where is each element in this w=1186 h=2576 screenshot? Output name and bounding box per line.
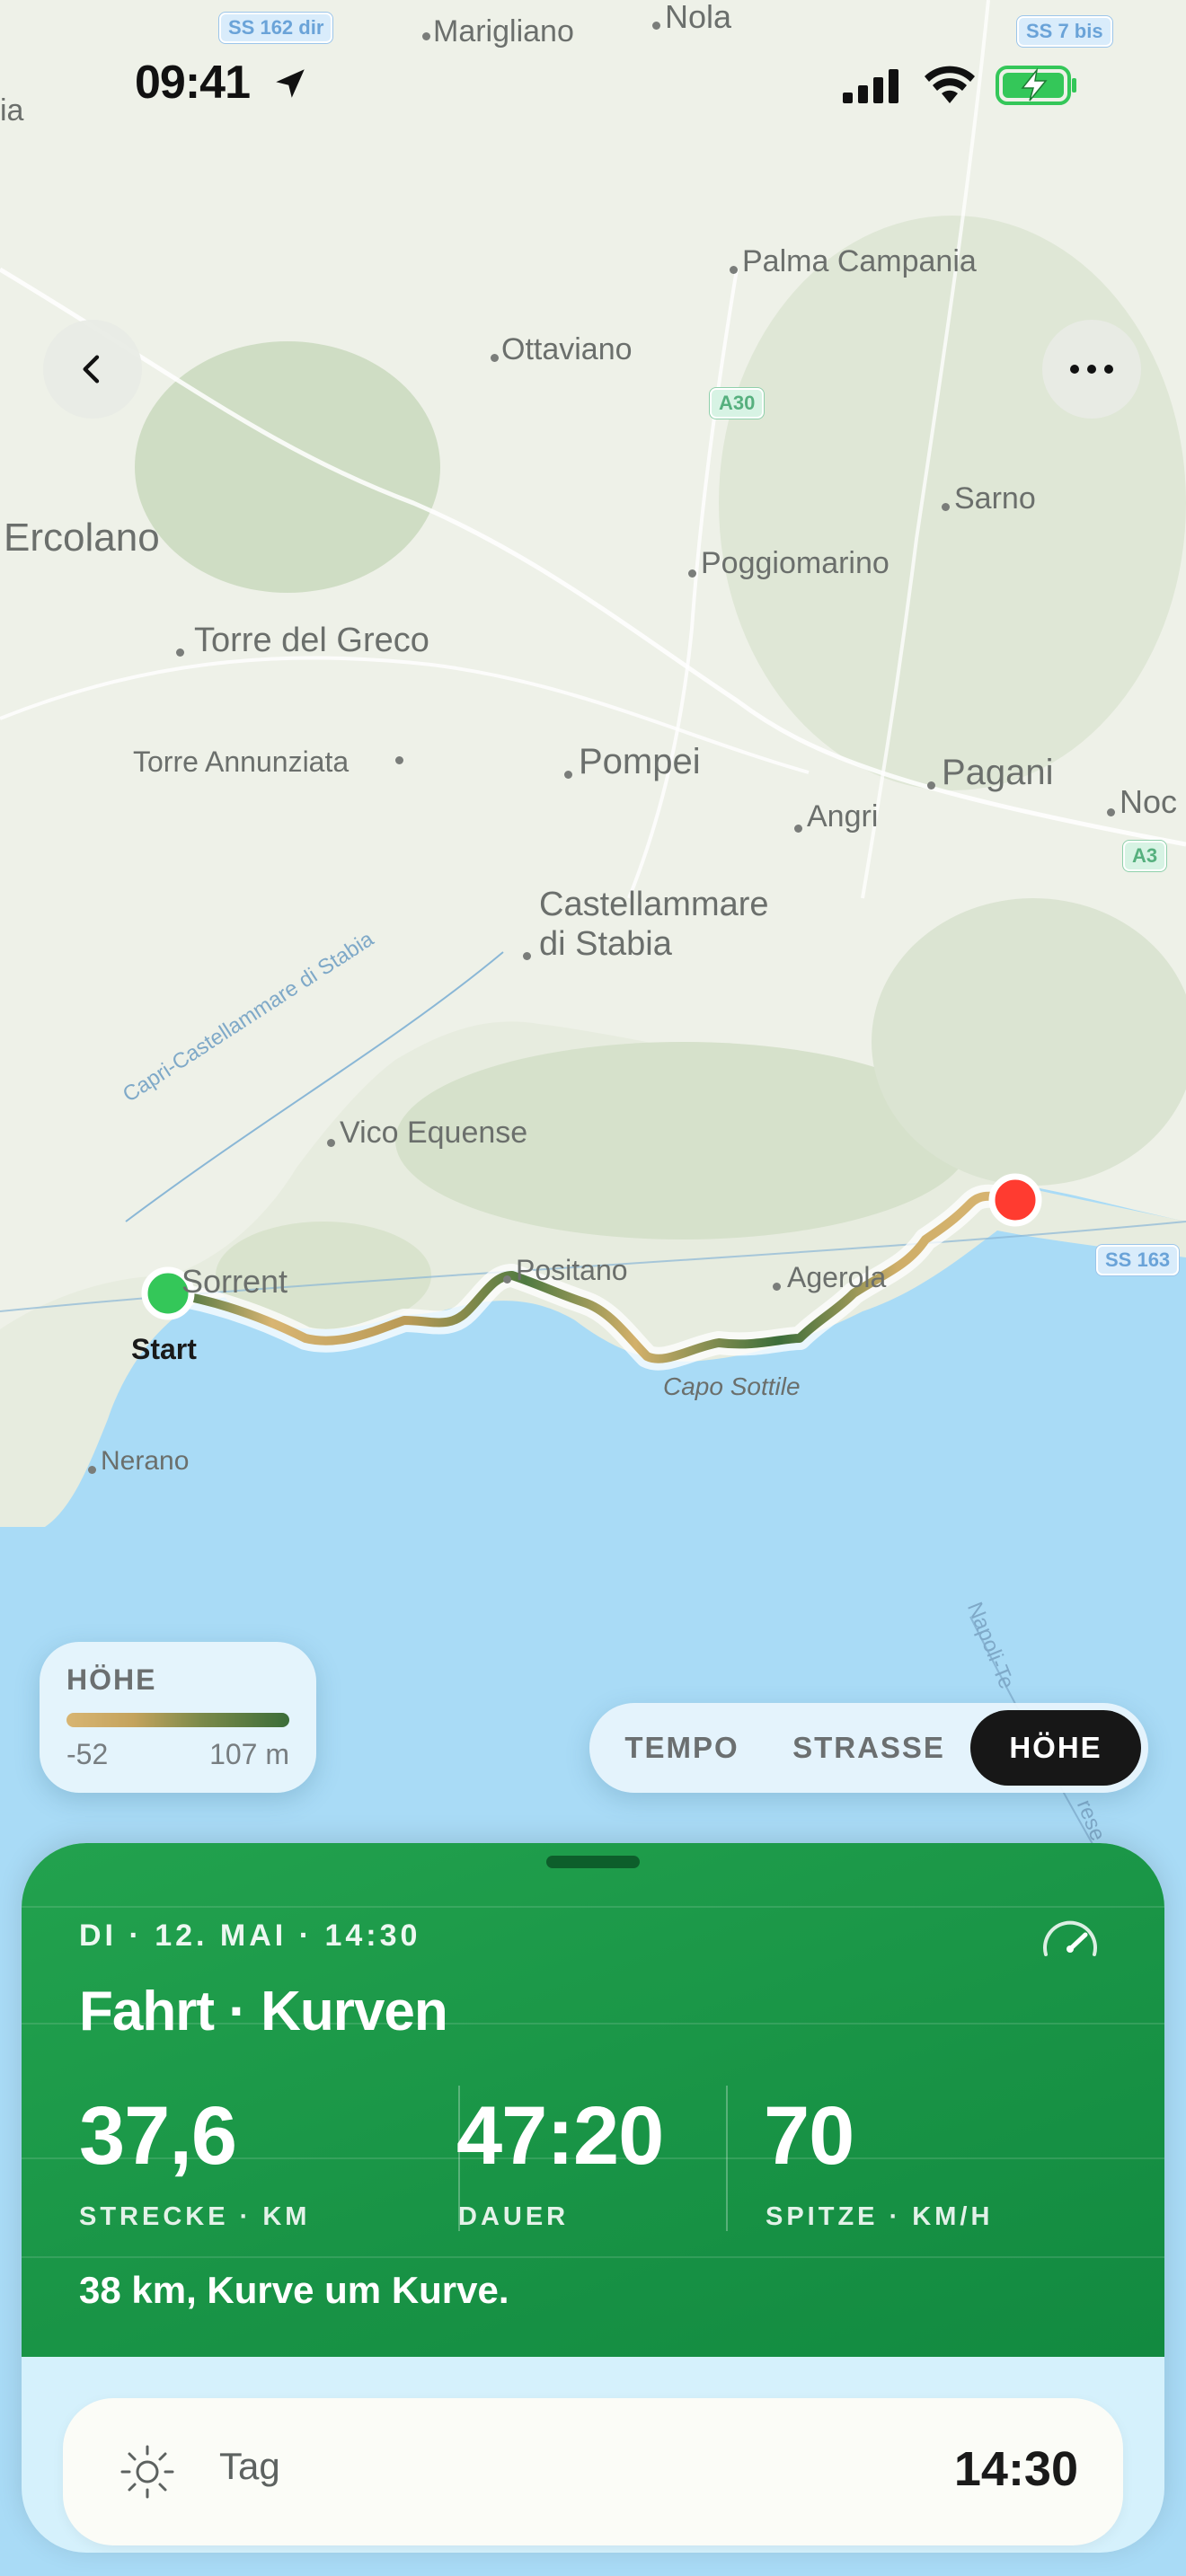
map-mode-segmented-control: TEMPO STRASSE HÖHE [589,1703,1148,1793]
place-label: Poggiomarino [701,546,890,580]
ellipsis-icon [1070,365,1113,374]
legend-range: -52 107 m [66,1738,289,1771]
back-button[interactable] [43,320,142,419]
stat-duration-value: 47:20 [456,2090,664,2182]
road-badge: SS 7 bis [1017,16,1112,47]
place-label: Castellammare [539,886,769,923]
place-label: Sorrent [181,1263,288,1300]
road-badge: SS 162 dir [219,13,333,43]
sun-icon [120,2445,174,2499]
stat-topspeed-label: SPITZE · KM/H [766,2202,994,2231]
status-icons [841,65,1078,106]
speedometer-icon[interactable] [1039,1915,1102,1960]
start-label: Start [131,1333,197,1365]
stat-duration-label: DAUER [458,2202,570,2231]
place-label: Sarno [954,481,1036,516]
cellular-signal-icon [843,69,898,103]
day-mode-time: 14:30 [953,2442,1078,2496]
segment-hoehe[interactable]: HÖHE [970,1710,1141,1786]
place-label: Pompei [579,742,701,781]
trip-date-time: DI · 12. MAI · 14:30 [79,1919,421,1953]
location-arrow-icon [276,69,305,98]
road-badge: A3 [1123,841,1167,871]
place-label: Capo Sottile [663,1372,801,1400]
stat-topspeed-value: 70 [764,2090,854,2182]
legend-min: -52 [66,1738,109,1770]
wifi-icon [925,66,975,103]
place-label: Agerola [787,1261,887,1293]
place-label: Angri [807,799,879,834]
road-badge: SS 163 [1096,1245,1180,1275]
place-label: Torre Annunziata [133,745,350,778]
place-label: Torre del Greco [194,622,429,659]
stat-distance-label: STRECKE · KM [79,2202,311,2231]
place-label: Nerano [101,1446,190,1476]
place-label: ia [0,93,24,128]
place-label: Marigliano [433,14,574,49]
place-label: Pagani [942,753,1054,792]
trip-summary-text: 38 km, Kurve um Kurve. [79,2269,509,2311]
legend-gradient-bar [66,1713,289,1727]
more-button[interactable] [1042,320,1141,419]
trip-summary-card[interactable]: DI · 12. MAI · 14:30 Fahrt · Kurven 37,6… [22,1843,1164,2357]
place-label: Vico Equense [340,1116,528,1150]
status-time: 09:41 [135,57,251,109]
place-label: di Stabia [539,925,672,963]
segment-strasse[interactable]: STRASSE [767,1710,970,1786]
place-label: Noc [1120,783,1178,820]
place-label: Ottaviano [501,332,633,366]
elevation-legend: HÖHE -52 107 m [40,1642,316,1793]
chevron-left-icon [83,355,100,384]
end-marker[interactable] [988,1173,1042,1227]
place-label: Nola [665,0,732,35]
segment-tempo[interactable]: TEMPO [597,1710,767,1786]
place-label: Palma Campania [742,244,977,278]
legend-title: HÖHE [66,1663,157,1696]
road-badge: A30 [710,388,765,419]
day-mode-label: Tag [219,2445,280,2487]
battery-charging-icon [996,66,1076,105]
place-label: Positano [516,1254,628,1286]
day-mode-row[interactable]: Tag 14:30 [63,2398,1123,2545]
stat-distance-value: 37,6 [79,2090,237,2182]
sheet-grabber[interactable] [546,1856,640,1868]
trip-sheet: DI · 12. MAI · 14:30 Fahrt · Kurven 37,6… [22,1843,1164,2553]
legend-max: 107 m [209,1738,289,1770]
place-label: Ercolano [4,516,160,560]
trip-title: Fahrt · Kurven [79,1981,448,2042]
